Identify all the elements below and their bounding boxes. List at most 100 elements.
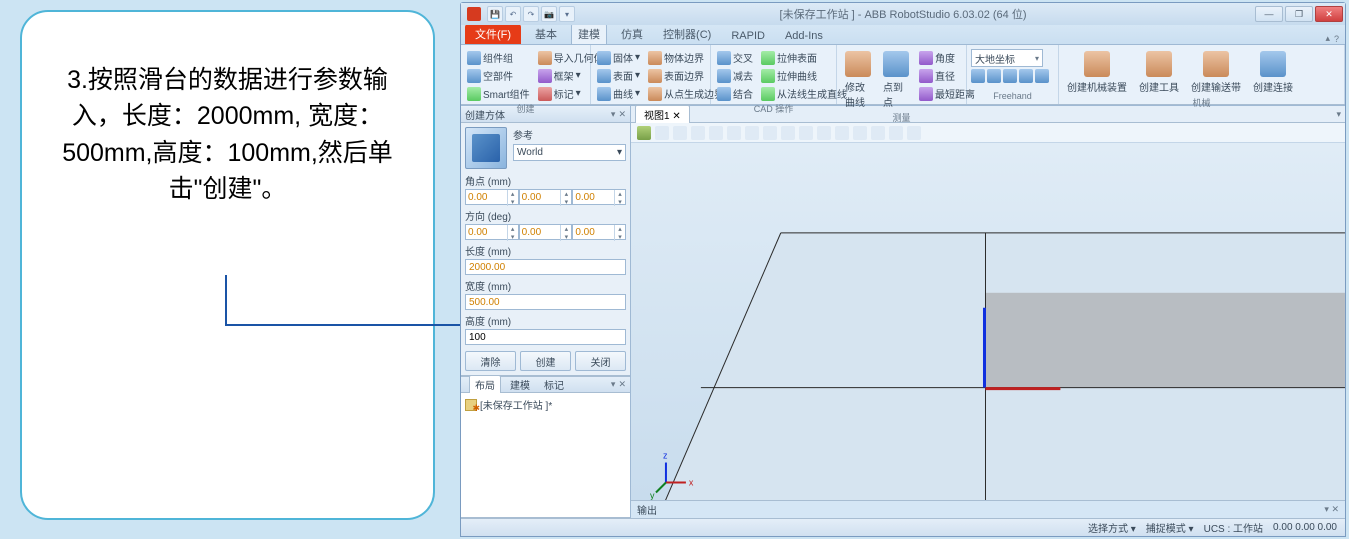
qat-more-icon[interactable]: ▾ bbox=[559, 6, 575, 22]
qat-redo-icon[interactable]: ↷ bbox=[523, 6, 539, 22]
coord-system-combo[interactable]: 大地坐标▾ bbox=[971, 49, 1043, 67]
output-close-icon[interactable]: ✕ bbox=[1331, 504, 1339, 514]
left-panel-stack: 创建方体 ▾✕ 参考 World▾ 角点 (mm) 0.00▴▾ 0.00▴▾ bbox=[461, 106, 631, 518]
titlebar: 💾 ↶ ↷ 📷 ▾ [未保存工作站 ] - ABB RobotStudio 6.… bbox=[461, 3, 1345, 25]
qat-undo-icon[interactable]: ↶ bbox=[505, 6, 521, 22]
ribbon-union[interactable]: 结合 bbox=[715, 85, 755, 102]
create-button[interactable]: 创建 bbox=[520, 351, 571, 371]
corner-y-input[interactable]: 0.00▴▾ bbox=[519, 189, 573, 205]
view-toolbar-icon[interactable] bbox=[889, 126, 903, 140]
view-toolbar-icon[interactable] bbox=[673, 126, 687, 140]
length-input[interactable]: 2000.00 bbox=[465, 259, 626, 275]
orient-ry-input[interactable]: 0.00▴▾ bbox=[519, 224, 573, 240]
status-select-mode[interactable]: 选择方式 ▾ bbox=[1088, 520, 1136, 535]
ribbon-extrude-curve[interactable]: 拉伸曲线 bbox=[759, 67, 849, 84]
ribbon-create-connection[interactable]: 创建连接 bbox=[1249, 49, 1297, 96]
tab-simulation[interactable]: 仿真 bbox=[615, 24, 649, 44]
view-toolbar-icon[interactable] bbox=[655, 126, 669, 140]
ribbon-line-from-normal[interactable]: 从法线生成直线 bbox=[759, 85, 849, 102]
orient-rx-input[interactable]: 0.00▴▾ bbox=[465, 224, 519, 240]
component-group-icon bbox=[467, 51, 481, 65]
ribbon-solid[interactable]: 固体▾ bbox=[595, 49, 642, 66]
file-tab[interactable]: 文件(F) bbox=[465, 24, 521, 44]
ribbon-group-freehand: 大地坐标▾ Freehand bbox=[967, 45, 1059, 104]
ribbon-modify-curve[interactable]: 修改曲线 bbox=[841, 49, 875, 111]
view-toolbar-icon[interactable] bbox=[799, 126, 813, 140]
ribbon-empty-part[interactable]: 空部件 bbox=[465, 67, 532, 84]
view-toolbar-icon[interactable] bbox=[727, 126, 741, 140]
minimize-button[interactable]: — bbox=[1255, 6, 1283, 22]
view-toolbar-icon[interactable] bbox=[709, 126, 723, 140]
status-snap-mode[interactable]: 捕捉模式 ▾ bbox=[1146, 520, 1194, 535]
3d-canvas[interactable]: z x y bbox=[631, 143, 1345, 500]
close-button[interactable]: ✕ bbox=[1315, 6, 1343, 22]
view-toolbar-icon[interactable] bbox=[853, 126, 867, 140]
ribbon-point-to-point[interactable]: 点到点 bbox=[879, 49, 913, 111]
clear-button[interactable]: 清除 bbox=[465, 351, 516, 371]
view-tab-1[interactable]: 视图1 ✕ bbox=[635, 105, 690, 124]
ribbon-group-mechanism: 创建机械装置 创建工具 创建输送带 创建连接 机械 bbox=[1059, 45, 1345, 104]
status-ucs: UCS : 工作站 bbox=[1204, 520, 1263, 535]
corner-x-input[interactable]: 0.00▴▾ bbox=[465, 189, 519, 205]
conveyor-icon bbox=[1203, 51, 1229, 77]
tab-addins[interactable]: Add-Ins bbox=[779, 28, 829, 44]
layout-pin-icon[interactable]: ▾ bbox=[611, 379, 616, 390]
ribbon-create-tool[interactable]: 创建工具 bbox=[1135, 49, 1183, 96]
ribbon-create-mechanism[interactable]: 创建机械装置 bbox=[1063, 49, 1131, 96]
qat-save-icon[interactable]: 💾 bbox=[487, 6, 503, 22]
ribbon-component-group[interactable]: 组件组 bbox=[465, 49, 532, 66]
maximize-button[interactable]: ❐ bbox=[1285, 6, 1313, 22]
tab-layout[interactable]: 布局 bbox=[469, 375, 501, 394]
ribbon-minimize-icon[interactable]: ▴ bbox=[1325, 33, 1330, 44]
view-toolbar-icon[interactable] bbox=[817, 126, 831, 140]
freehand-multi-icon[interactable] bbox=[1019, 69, 1033, 83]
panel-dropdown-icon[interactable]: ▾ bbox=[611, 109, 616, 120]
view-toolbar-icon[interactable] bbox=[745, 126, 759, 140]
tab-rapid[interactable]: RAPID bbox=[725, 28, 771, 44]
help-icon[interactable]: ? bbox=[1334, 34, 1339, 44]
freehand-move-icon[interactable] bbox=[971, 69, 985, 83]
ribbon-smart-component[interactable]: Smart组件 bbox=[465, 85, 532, 102]
reference-dropdown[interactable]: World▾ bbox=[513, 144, 626, 161]
points-border-icon bbox=[648, 87, 662, 101]
corner-z-input[interactable]: 0.00▴▾ bbox=[572, 189, 626, 205]
panel-close-icon[interactable]: ✕ bbox=[618, 109, 626, 120]
view-toolbar-icon[interactable] bbox=[691, 126, 705, 140]
tab-modeling-tree[interactable]: 建模 bbox=[505, 376, 535, 393]
freehand-jog-icon[interactable] bbox=[1035, 69, 1049, 83]
view-toolbar-icon[interactable] bbox=[907, 126, 921, 140]
freehand-rotate-icon[interactable] bbox=[987, 69, 1001, 83]
ribbon-intersect[interactable]: 交叉 bbox=[715, 49, 755, 66]
layout-close-icon[interactable]: ✕ bbox=[618, 379, 626, 390]
ribbon-subtract[interactable]: 减去 bbox=[715, 67, 755, 84]
view-toolbar-icon[interactable] bbox=[781, 126, 795, 140]
ribbon-curve[interactable]: 曲线▾ bbox=[595, 85, 642, 102]
tab-tags[interactable]: 标记 bbox=[539, 376, 569, 393]
height-input[interactable]: 100 bbox=[465, 329, 626, 345]
shortest-icon bbox=[919, 87, 933, 101]
freehand-drag-icon[interactable] bbox=[1003, 69, 1017, 83]
view-toolbar-icon[interactable] bbox=[763, 126, 777, 140]
tab-modeling[interactable]: 建模 bbox=[571, 23, 607, 44]
orient-rz-input[interactable]: 0.00▴▾ bbox=[572, 224, 626, 240]
tree-station-item[interactable]: [未保存工作站 ]* bbox=[465, 397, 626, 412]
window-title: [未保存工作站 ] - ABB RobotStudio 6.03.02 (64 … bbox=[780, 6, 1027, 22]
tab-basic[interactable]: 基本 bbox=[529, 24, 563, 44]
output-pin-icon[interactable]: ▾ bbox=[1324, 504, 1329, 514]
view-toolbar-icon[interactable] bbox=[637, 126, 651, 140]
view-toolbar-icon[interactable] bbox=[835, 126, 849, 140]
app-icon bbox=[467, 7, 481, 21]
ribbon-extrude-surface[interactable]: 拉伸表面 bbox=[759, 49, 849, 66]
qat-screenshot-icon[interactable]: 📷 bbox=[541, 6, 557, 22]
width-input[interactable]: 500.00 bbox=[465, 294, 626, 310]
quick-access-toolbar: 💾 ↶ ↷ 📷 ▾ bbox=[487, 6, 575, 22]
view-pin-icon[interactable]: ▾ bbox=[1336, 109, 1341, 120]
status-coords: 0.00 0.00 0.00 bbox=[1273, 522, 1337, 533]
close-panel-button[interactable]: 关闭 bbox=[575, 351, 626, 371]
ribbon-group-cad: 交叉 减去 结合 拉伸表面 拉伸曲线 从法线生成直线 CAD 操作 bbox=[711, 45, 837, 104]
ribbon-surface[interactable]: 表面▾ bbox=[595, 67, 642, 84]
window-controls: — ❐ ✕ bbox=[1255, 6, 1345, 22]
view-toolbar-icon[interactable] bbox=[871, 126, 885, 140]
ribbon-create-conveyor[interactable]: 创建输送带 bbox=[1187, 49, 1245, 96]
tab-controller[interactable]: 控制器(C) bbox=[657, 24, 717, 44]
